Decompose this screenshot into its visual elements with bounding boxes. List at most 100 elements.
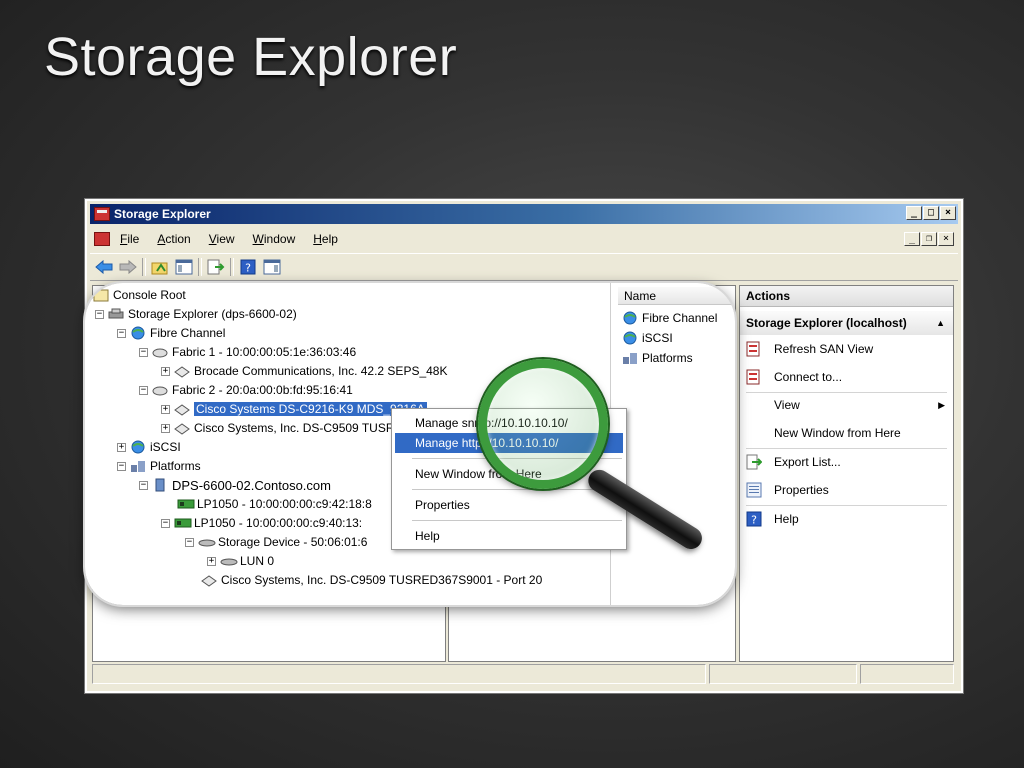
- collapse-icon[interactable]: −: [95, 309, 104, 319]
- action-connect-to[interactable]: Connect to...: [740, 366, 953, 388]
- platforms-icon: [130, 459, 146, 473]
- action-export-list[interactable]: Export List...: [740, 451, 953, 473]
- tree-label: Storage Explorer (dps-6600-02): [128, 307, 297, 321]
- properties-icon: [746, 482, 762, 498]
- tree-label: Console Root: [113, 288, 186, 302]
- menu-help[interactable]: Help: [313, 232, 338, 246]
- action-label: New Window from Here: [774, 426, 901, 440]
- action-properties[interactable]: Properties: [740, 479, 953, 501]
- menu-file[interactable]: File: [120, 232, 139, 246]
- list-column-header-name[interactable]: Name: [618, 287, 735, 305]
- disk-icon: [198, 535, 216, 549]
- fabric-cloud-icon: [152, 345, 168, 359]
- globe-icon: [130, 326, 146, 340]
- expand-icon[interactable]: +: [161, 423, 170, 433]
- tree-label: iSCSI: [150, 440, 181, 454]
- collapse-icon[interactable]: −: [139, 347, 148, 357]
- tree-node-console-root[interactable]: Console Root: [93, 286, 186, 304]
- menu-window[interactable]: Window: [253, 232, 296, 246]
- action-pane-icon[interactable]: [262, 257, 282, 277]
- tree-label: LP1050 - 10:00:00:00:c9:42:18:8: [197, 497, 372, 511]
- storage-explorer-icon: [108, 307, 124, 321]
- list-item-iscsi[interactable]: iSCSI: [622, 329, 673, 347]
- collapse-icon[interactable]: −: [139, 385, 148, 395]
- switch-icon: [174, 364, 190, 378]
- tree-node-platforms[interactable]: − Platforms: [117, 457, 201, 475]
- list-item-fibre-channel[interactable]: Fibre Channel: [622, 309, 717, 327]
- tree-node-brocade-switch[interactable]: + Brocade Communications, Inc. 42.2 SEPS…: [161, 362, 447, 380]
- server-icon: [152, 478, 168, 492]
- tree-node-iscsi[interactable]: + iSCSI: [117, 438, 181, 456]
- actions-separator: [746, 505, 947, 506]
- tree-node-storage-device[interactable]: − Storage Device - 50:06:01:6: [185, 533, 367, 551]
- platforms-icon: [622, 351, 638, 365]
- up-folder-icon[interactable]: [150, 257, 170, 277]
- action-refresh-san-view[interactable]: Refresh SAN View: [740, 338, 953, 360]
- window-titlebar[interactable]: Storage Explorer _ □ ×: [90, 204, 958, 224]
- collapse-icon[interactable]: −: [185, 537, 194, 547]
- maximize-button[interactable]: □: [923, 206, 939, 220]
- actions-separator: [746, 392, 947, 393]
- list-item-label: Platforms: [642, 351, 693, 365]
- minimize-button[interactable]: _: [906, 206, 922, 220]
- mdi-restore-button[interactable]: ❐: [921, 232, 937, 246]
- tree-node-cisco-port-20[interactable]: Cisco Systems, Inc. DS-C9509 TUSRED367S9…: [201, 571, 542, 589]
- tree-label: Fabric 2 - 20:0a:00:0b:fd:95:16:41: [172, 383, 353, 397]
- expand-icon[interactable]: +: [207, 556, 216, 566]
- magnifying-glass-icon: [478, 359, 608, 489]
- menu-action[interactable]: Action: [157, 232, 190, 246]
- mdi-close-button[interactable]: ×: [938, 232, 954, 246]
- action-view[interactable]: View ▶: [740, 394, 953, 416]
- help-icon: ?: [746, 511, 762, 527]
- status-panel-middle: [709, 664, 857, 684]
- tree-node-fibre-channel[interactable]: − Fibre Channel: [117, 324, 225, 342]
- export-list-icon[interactable]: [206, 257, 226, 277]
- menu-view[interactable]: View: [209, 232, 235, 246]
- tree-node-fabric-1[interactable]: − Fabric 1 - 10:00:00:05:1e:36:03:46: [139, 343, 356, 361]
- help-icon[interactable]: ?: [238, 257, 258, 277]
- blank-icon: [746, 397, 762, 413]
- ctx-help[interactable]: Help: [395, 526, 623, 546]
- action-label: Export List...: [774, 455, 841, 469]
- tree-label: Brocade Communications, Inc. 42.2 SEPS_4…: [194, 364, 448, 378]
- expand-icon[interactable]: +: [161, 366, 170, 376]
- tree-node-fabric-2[interactable]: − Fabric 2 - 20:0a:00:0b:fd:95:16:41: [139, 381, 353, 399]
- globe-icon: [130, 440, 146, 454]
- mdi-minimize-button[interactable]: _: [904, 232, 920, 246]
- back-arrow-icon[interactable]: [94, 257, 114, 277]
- ctx-properties[interactable]: Properties: [395, 495, 623, 515]
- collapse-icon[interactable]: −: [117, 461, 126, 471]
- status-panel-right: [860, 664, 954, 684]
- svg-text:?: ?: [751, 514, 757, 527]
- toolbar: ?: [90, 253, 958, 281]
- close-button[interactable]: ×: [940, 206, 956, 220]
- tree-node-storage-explorer[interactable]: − Storage Explorer (dps-6600-02): [95, 305, 297, 323]
- switch-icon: [174, 402, 190, 416]
- export-list-icon: [746, 454, 763, 470]
- tree-node-lun-0[interactable]: + LUN 0: [207, 552, 274, 570]
- action-help[interactable]: ? Help: [740, 508, 953, 530]
- tree-node-dps-host[interactable]: − DPS-6600-02.Contoso.com: [139, 476, 331, 494]
- hba-card-icon: [177, 497, 195, 511]
- collapse-icon[interactable]: −: [139, 480, 148, 490]
- list-item-label: iSCSI: [642, 331, 673, 345]
- collapse-icon[interactable]: −: [117, 328, 126, 338]
- tree-node-hba-1[interactable]: LP1050 - 10:00:00:00:c9:42:18:8: [177, 495, 372, 513]
- forward-arrow-icon[interactable]: [118, 257, 138, 277]
- mdi-app-icon[interactable]: [94, 232, 110, 246]
- action-new-window-from-here[interactable]: New Window from Here: [740, 422, 953, 444]
- action-label: Properties: [774, 483, 829, 497]
- expand-icon[interactable]: +: [117, 442, 126, 452]
- tree-node-cisco-9216-selected[interactable]: + Cisco Systems DS-C9216-K9 MDS_9216A: [161, 400, 427, 418]
- show-hide-tree-icon[interactable]: [174, 257, 194, 277]
- list-item-platforms[interactable]: Platforms: [622, 349, 693, 367]
- expand-icon[interactable]: +: [161, 404, 170, 414]
- folder-icon: [93, 288, 109, 302]
- action-label: Connect to...: [774, 370, 843, 384]
- slide-title: Storage Explorer: [44, 27, 458, 87]
- collapse-up-icon[interactable]: ▲: [936, 311, 945, 335]
- tree-node-hba-2[interactable]: − LP1050 - 10:00:00:00:c9:40:13:: [161, 514, 362, 532]
- collapse-icon[interactable]: −: [161, 518, 170, 528]
- action-label: Help: [774, 512, 799, 526]
- actions-section-header[interactable]: Storage Explorer (localhost) ▲: [740, 311, 953, 335]
